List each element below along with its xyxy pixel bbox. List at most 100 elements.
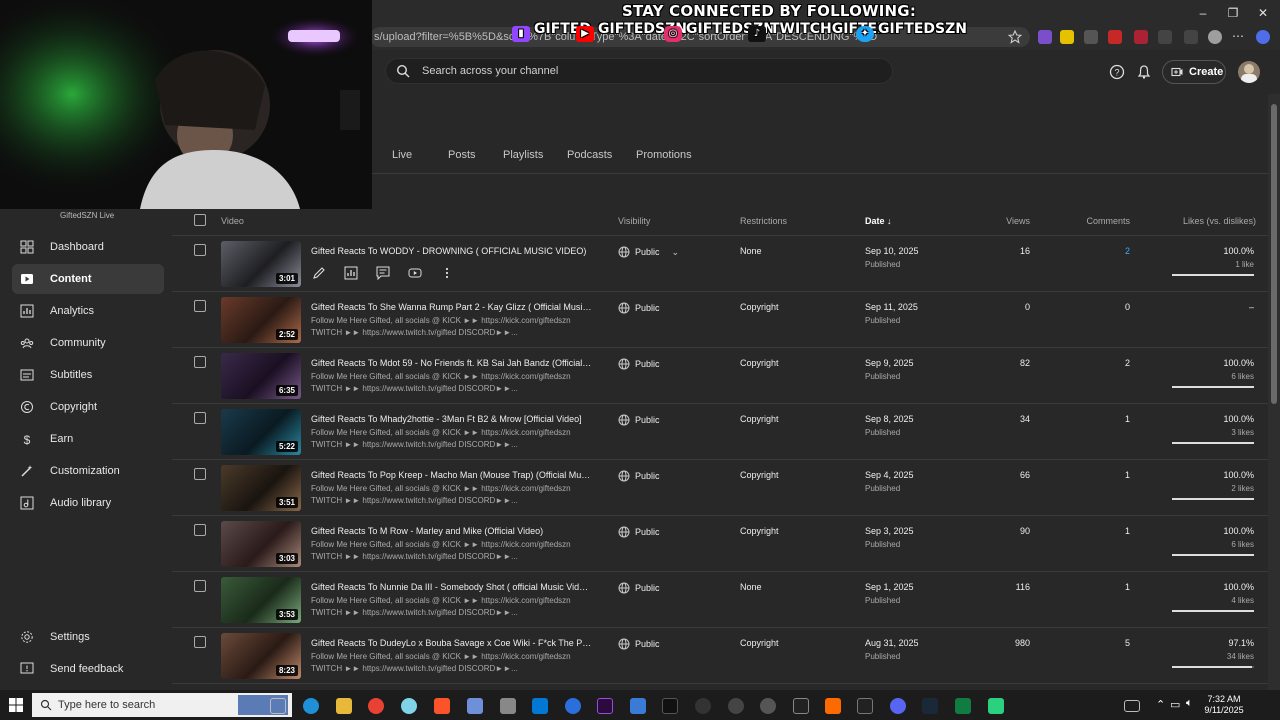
extension-icon[interactable] <box>1108 30 1122 44</box>
extension-icon[interactable] <box>1134 30 1148 44</box>
table-row[interactable]: 3:53 Gifted Reacts To Nunnie Da III - Som… <box>172 572 1268 628</box>
windows-start-icon[interactable] <box>9 698 23 712</box>
comments-count[interactable]: 2 <box>1125 246 1130 256</box>
app-icon[interactable] <box>728 698 744 714</box>
extension-icon[interactable] <box>1060 30 1074 44</box>
visibility-dropdown[interactable]: Public <box>618 302 660 314</box>
edit-pencil-icon[interactable] <box>312 266 326 280</box>
sidebar-item-send-feedback[interactable]: Send feedback <box>12 654 164 684</box>
video-title[interactable]: Gifted Reacts To Mhady2hottie - 3Man Ft … <box>311 414 593 424</box>
app-icon[interactable] <box>467 698 483 714</box>
visibility-dropdown[interactable]: Public <box>618 358 660 370</box>
app-icon[interactable] <box>988 698 1004 714</box>
video-thumbnail[interactable]: 8:23 <box>221 633 301 679</box>
video-thumbnail[interactable]: 5:22 <box>221 409 301 455</box>
chrome-icon[interactable] <box>368 698 384 714</box>
analytics-icon[interactable] <box>344 266 358 280</box>
more-menu-icon[interactable]: ⋯ <box>1232 30 1246 44</box>
favorites-icon[interactable] <box>1184 30 1198 44</box>
tab-podcasts[interactable]: Podcasts <box>567 149 612 161</box>
video-title[interactable]: Gifted Reacts To Mdot 59 - No Friends ft… <box>311 358 593 368</box>
sidebar-item-copyright[interactable]: Copyright <box>12 392 164 422</box>
row-checkbox[interactable] <box>194 356 206 368</box>
comments-count[interactable]: 1 <box>1125 414 1130 424</box>
task-view-icon[interactable] <box>270 698 286 714</box>
sidebar-item-customization[interactable]: Customization <box>12 456 164 486</box>
restrictions-value[interactable]: Copyright <box>740 358 779 368</box>
sidebar-item-settings[interactable]: Settings <box>12 622 164 652</box>
video-thumbnail[interactable]: 3:03 <box>221 521 301 567</box>
profile-icon[interactable] <box>1208 30 1222 44</box>
volume-icon[interactable]: 🔈︎ <box>1186 697 1193 710</box>
table-row[interactable]: 3:01 Gifted Reacts To WODDY - DROWNING ( … <box>172 236 1268 292</box>
comments-count[interactable]: 0 <box>1125 302 1130 312</box>
steam-icon[interactable] <box>922 698 938 714</box>
visibility-dropdown[interactable]: Public <box>618 638 660 650</box>
sidebar-item-community[interactable]: Community <box>12 328 164 358</box>
video-title[interactable]: Gifted Reacts To WODDY - DROWNING ( OFFI… <box>311 246 593 256</box>
app-icon[interactable] <box>500 698 516 714</box>
notifications-bell-icon[interactable] <box>1136 64 1152 80</box>
chevron-down-icon[interactable]: ⌄ <box>672 247 680 257</box>
select-all-checkbox[interactable] <box>194 214 206 226</box>
tab-promotions[interactable]: Promotions <box>636 149 692 161</box>
tab-live[interactable]: Live <box>392 149 412 161</box>
restrictions-value[interactable]: Copyright <box>740 470 779 480</box>
sidebar-item-analytics[interactable]: Analytics <box>12 296 164 326</box>
tab-posts[interactable]: Posts <box>448 149 476 161</box>
epic-games-icon[interactable] <box>857 698 873 714</box>
restrictions-value[interactable]: Copyright <box>740 414 779 424</box>
keyboard-icon[interactable] <box>1124 700 1140 712</box>
table-row[interactable]: 8:23 Gifted Reacts To DudeyLo x Bouba Sav… <box>172 628 1268 684</box>
restrictions-value[interactable]: None <box>740 582 762 592</box>
more-options-icon[interactable] <box>440 266 454 280</box>
window-maximize-button[interactable]: ❐ <box>1226 6 1240 20</box>
outlook-icon[interactable] <box>532 698 548 714</box>
row-checkbox[interactable] <box>194 468 206 480</box>
obs-icon[interactable] <box>695 698 711 714</box>
restrictions-value[interactable]: None <box>740 246 762 256</box>
help-icon[interactable]: ? <box>1109 64 1125 80</box>
table-row[interactable]: 2:52 Gifted Reacts To She Wanna Rump Part… <box>172 292 1268 348</box>
column-date-sort[interactable]: Date ↓ <box>865 216 892 226</box>
network-icon[interactable]: ▭ <box>1170 698 1180 711</box>
visibility-dropdown[interactable]: Public <box>618 582 660 594</box>
edge-icon[interactable] <box>303 698 319 714</box>
video-title[interactable]: Gifted Reacts To Pop Kreep - Macho Man (… <box>311 470 593 480</box>
scrollbar-thumb[interactable] <box>1271 104 1277 404</box>
restrictions-value[interactable]: Copyright <box>740 638 779 648</box>
comments-icon[interactable] <box>376 266 390 280</box>
table-row[interactable]: 6:35 Gifted Reacts To Mdot 59 - No Friend… <box>172 348 1268 404</box>
search-input[interactable]: Search across your channel <box>422 65 558 77</box>
app-icon[interactable] <box>630 698 646 714</box>
restrictions-value[interactable]: Copyright <box>740 302 779 312</box>
extension-icon[interactable] <box>1084 30 1098 44</box>
sidebar-item-content[interactable]: Content <box>12 264 164 294</box>
premiere-pro-icon[interactable] <box>597 698 613 714</box>
tray-chevron-icon[interactable]: ⌃ <box>1156 698 1165 711</box>
visibility-dropdown[interactable]: Public ⌄ <box>618 246 679 258</box>
tab-playlists[interactable]: Playlists <box>503 149 543 161</box>
sidebar-item-audio-library[interactable]: Audio library <box>12 488 164 518</box>
extensions-puzzle-icon[interactable] <box>1158 30 1172 44</box>
comments-count[interactable]: 2 <box>1125 358 1130 368</box>
channel-search[interactable]: Search across your channel <box>385 58 893 84</box>
row-checkbox[interactable] <box>194 244 206 256</box>
copilot-icon[interactable] <box>1256 30 1270 44</box>
row-checkbox[interactable] <box>194 580 206 592</box>
video-title[interactable]: Gifted Reacts To Nunnie Da III - Somebod… <box>311 582 593 592</box>
row-checkbox[interactable] <box>194 636 206 648</box>
table-row[interactable]: 3:03 Gifted Reacts To M Row - Marley and … <box>172 516 1268 572</box>
visibility-dropdown[interactable]: Public <box>618 470 660 482</box>
visibility-dropdown[interactable]: Public <box>618 414 660 426</box>
file-explorer-icon[interactable] <box>336 698 352 714</box>
video-thumbnail[interactable]: 2:52 <box>221 297 301 343</box>
visibility-dropdown[interactable]: Public <box>618 526 660 538</box>
brave-icon[interactable] <box>434 698 450 714</box>
video-thumbnail[interactable]: 3:51 <box>221 465 301 511</box>
video-thumbnail[interactable]: 3:53 <box>221 577 301 623</box>
sidebar-item-subtitles[interactable]: Subtitles <box>12 360 164 390</box>
taskbar-clock[interactable]: 7:32 AM 9/11/2025 <box>1202 694 1246 716</box>
capcut-icon[interactable] <box>565 698 581 714</box>
app-icon[interactable] <box>760 698 776 714</box>
